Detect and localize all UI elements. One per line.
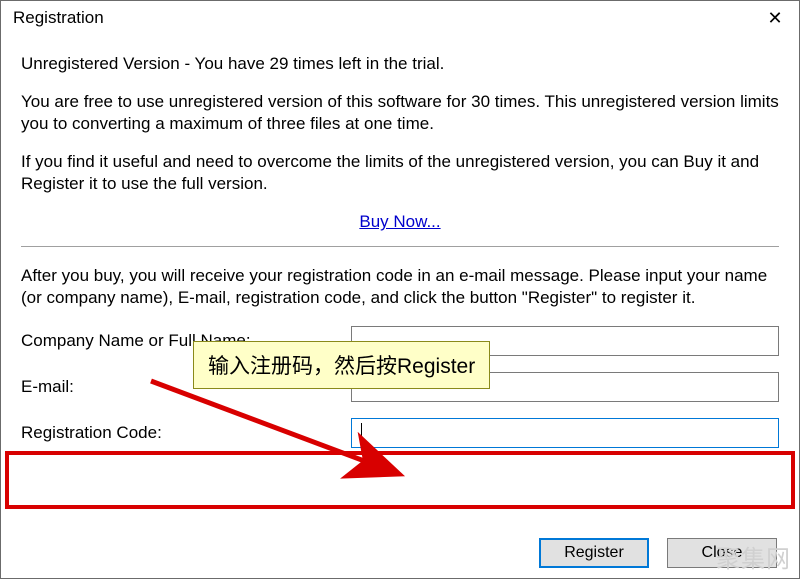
titlebar: Registration ✕	[1, 1, 799, 35]
highlight-annotation	[5, 451, 795, 509]
instructions-paragraph: After you buy, you will receive your reg…	[21, 265, 779, 309]
button-row: Register Close	[539, 538, 777, 568]
callout-annotation: 输入注册码，然后按Register	[193, 341, 490, 389]
text-caret	[361, 423, 362, 443]
info-paragraph-1: You are free to use unregistered version…	[21, 91, 779, 135]
code-row: Registration Code:	[21, 417, 779, 449]
buy-now-link[interactable]: Buy Now...	[359, 212, 440, 231]
register-button[interactable]: Register	[539, 538, 649, 568]
registration-code-input[interactable]	[351, 418, 779, 448]
info-paragraph-2: If you find it useful and need to overco…	[21, 151, 779, 195]
registration-code-label: Registration Code:	[21, 422, 351, 444]
trial-status-text: Unregistered Version - You have 29 times…	[21, 53, 779, 75]
close-icon[interactable]: ✕	[751, 1, 799, 35]
buy-now-row: Buy Now...	[21, 211, 779, 233]
window-title: Registration	[13, 8, 104, 28]
registration-dialog: Registration ✕ Unregistered Version - Yo…	[0, 0, 800, 579]
close-button[interactable]: Close	[667, 538, 777, 568]
divider	[21, 246, 779, 247]
